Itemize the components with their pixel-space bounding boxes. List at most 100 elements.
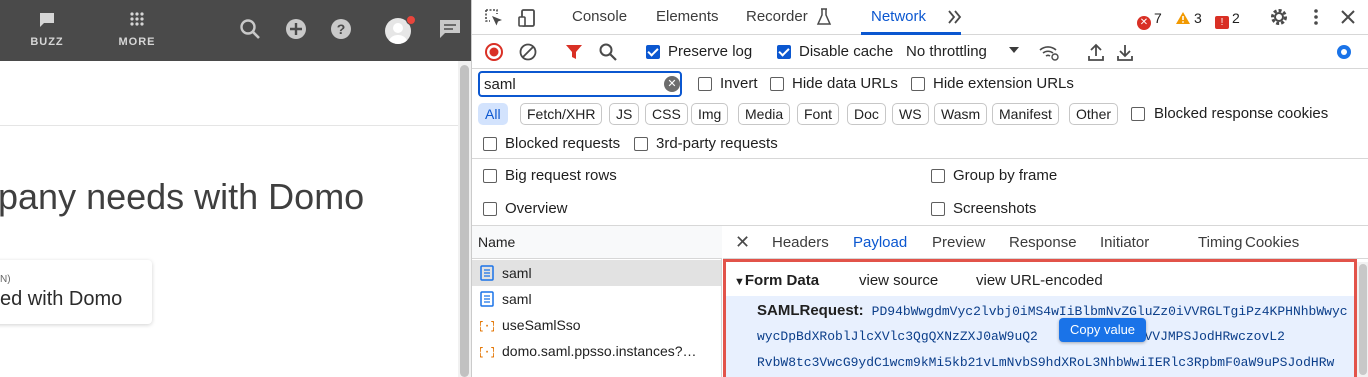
invert-checkbox[interactable]: [698, 77, 712, 91]
third-party-requests-checkbox[interactable]: [634, 137, 648, 151]
tab-timing[interactable]: Timing: [1198, 234, 1242, 251]
type-filter-ws[interactable]: WS: [892, 103, 929, 125]
filter-box[interactable]: ✕: [478, 71, 682, 97]
stop-recording-icon[interactable]: [484, 42, 504, 62]
close-detail-icon[interactable]: ✕: [735, 232, 750, 253]
import-har-icon[interactable]: [1086, 42, 1106, 62]
tab-headers[interactable]: Headers: [772, 234, 829, 251]
chat-icon[interactable]: [438, 18, 462, 42]
nav-buzz-label: BUZZ: [30, 36, 64, 48]
add-circle-icon[interactable]: [285, 18, 309, 42]
big-request-rows-checkbox[interactable]: [483, 169, 497, 183]
request-name: saml: [502, 291, 532, 307]
request-row[interactable]: {·} useSamlSso: [472, 312, 721, 338]
type-filter-all[interactable]: All: [478, 103, 508, 125]
name-column-header[interactable]: Name: [472, 226, 722, 259]
notification-dot: [406, 15, 416, 25]
error-count: 7: [1154, 10, 1162, 26]
help-icon[interactable]: ?: [330, 18, 354, 42]
more-tabs-chevron-icon[interactable]: [946, 8, 966, 28]
svg-text:{·}: {·}: [480, 347, 494, 359]
hide-data-urls-label: Hide data URLs: [792, 75, 898, 92]
device-toolbar-icon[interactable]: [518, 8, 538, 28]
divider: [0, 125, 458, 126]
inspect-element-icon[interactable]: [484, 8, 504, 28]
view-url-encoded-link[interactable]: view URL-encoded: [976, 272, 1103, 289]
cta-text: ed with Domo: [0, 288, 123, 310]
type-filter-font[interactable]: Font: [797, 103, 840, 125]
type-filter-img[interactable]: Img: [691, 103, 729, 125]
third-party-requests-label: 3rd-party requests: [656, 135, 778, 152]
devtools-tab-bar: Console Elements Recorder Network ✕ 7 3 !…: [472, 0, 1368, 35]
tab-console[interactable]: Console: [572, 0, 627, 35]
filter-funnel-icon[interactable]: [564, 42, 584, 62]
network-settings-icon[interactable]: [1334, 42, 1354, 62]
tab-elements[interactable]: Elements: [656, 0, 719, 35]
warning-counter[interactable]: 3: [1175, 9, 1202, 27]
network-toolbar: Preserve log Disable cache No throttling: [472, 35, 1368, 69]
tab-preview[interactable]: Preview: [932, 234, 985, 251]
tab-payload[interactable]: Payload: [853, 234, 907, 251]
export-har-icon[interactable]: [1115, 42, 1135, 62]
devtools-panel: Console Elements Recorder Network ✕ 7 3 !…: [471, 0, 1368, 377]
disable-cache-checkbox[interactable]: [777, 45, 791, 59]
dropdown-arrow-icon[interactable]: [1008, 43, 1028, 63]
filter-input[interactable]: [484, 75, 654, 93]
close-devtools-icon[interactable]: [1338, 7, 1358, 27]
detail-scrollbar[interactable]: [1357, 262, 1368, 377]
search-icon[interactable]: [239, 18, 263, 42]
type-filter-css[interactable]: CSS: [645, 103, 688, 125]
tab-response[interactable]: Response: [1009, 234, 1077, 251]
hide-data-urls-checkbox[interactable]: [770, 77, 784, 91]
settings-gear-icon[interactable]: [1269, 7, 1289, 27]
app-scrollbar-thumb[interactable]: [460, 65, 469, 377]
error-counter[interactable]: ✕ 7: [1137, 9, 1162, 30]
name-column-label: Name: [478, 234, 516, 250]
blocked-requests-checkbox[interactable]: [483, 137, 497, 151]
hide-extension-urls-checkbox[interactable]: [911, 77, 925, 91]
group-by-frame-checkbox[interactable]: [931, 169, 945, 183]
detail-scrollbar-thumb[interactable]: [1359, 264, 1367, 375]
form-data-header[interactable]: ▼Form Data: [734, 272, 819, 289]
screenshots-checkbox[interactable]: [931, 202, 945, 216]
nav-more-button[interactable]: MORE: [102, 12, 172, 48]
nav-buzz-button[interactable]: BUZZ: [12, 12, 82, 48]
group-by-frame-label: Group by frame: [953, 167, 1058, 184]
network-conditions-icon[interactable]: [1038, 42, 1059, 62]
type-filter-doc[interactable]: Doc: [847, 103, 886, 125]
request-row[interactable]: saml: [472, 260, 721, 286]
saml-request-value[interactable]: SAMLRequest: PD94bWwgdmVyc2lvbj0iMS4wIiBl…: [726, 296, 1354, 377]
request-row[interactable]: saml: [472, 286, 721, 312]
cta-card[interactable]: N) ed with Domo: [0, 260, 152, 324]
issues-counter[interactable]: ! 2: [1215, 9, 1240, 29]
page-headline: pany needs with Domo: [0, 176, 365, 217]
type-filter-other[interactable]: Other: [1069, 103, 1119, 125]
filter-row: ✕ Invert Hide data URLs Hide extension U…: [472, 69, 1368, 99]
tab-network[interactable]: Network: [871, 0, 926, 35]
search-icon[interactable]: [598, 42, 618, 62]
resource-type-filters: All Fetch/XHR JS CSS Img Media Font Doc …: [472, 99, 1368, 129]
type-filter-wasm[interactable]: Wasm: [934, 103, 988, 125]
type-filter-fetch-xhr[interactable]: Fetch/XHR: [520, 103, 603, 125]
type-filter-media[interactable]: Media: [738, 103, 791, 125]
kebab-menu-icon[interactable]: [1306, 7, 1326, 27]
tab-cookies[interactable]: Cookies: [1245, 234, 1299, 251]
clear-icon[interactable]: [518, 42, 538, 62]
preserve-log-checkbox[interactable]: [646, 45, 660, 59]
request-list: Name saml saml {·} useSamlSso {·} domo.s…: [472, 226, 722, 377]
invert-label: Invert: [720, 75, 758, 92]
overview-checkbox[interactable]: [483, 202, 497, 216]
blocked-response-cookies-checkbox[interactable]: [1131, 107, 1145, 121]
saml-request-key: SAMLRequest:: [757, 302, 864, 319]
tab-recorder[interactable]: Recorder: [746, 0, 808, 35]
throttling-select[interactable]: No throttling: [906, 43, 987, 60]
clear-filter-icon[interactable]: ✕: [664, 76, 680, 92]
saml-line: RvbW8tc3VwcG9ydC1wcm9kMi5kb21vLmNvbS9hdX…: [757, 355, 1334, 370]
copy-value-button[interactable]: Copy value: [1059, 318, 1147, 342]
view-source-link[interactable]: view source: [859, 272, 938, 289]
type-filter-manifest[interactable]: Manifest: [992, 103, 1059, 125]
type-filter-js[interactable]: JS: [609, 103, 640, 125]
request-row[interactable]: {·} domo.saml.ppsso.instances?…: [472, 338, 721, 364]
app-scrollbar[interactable]: [458, 61, 471, 377]
tab-initiator[interactable]: Initiator: [1100, 234, 1149, 251]
